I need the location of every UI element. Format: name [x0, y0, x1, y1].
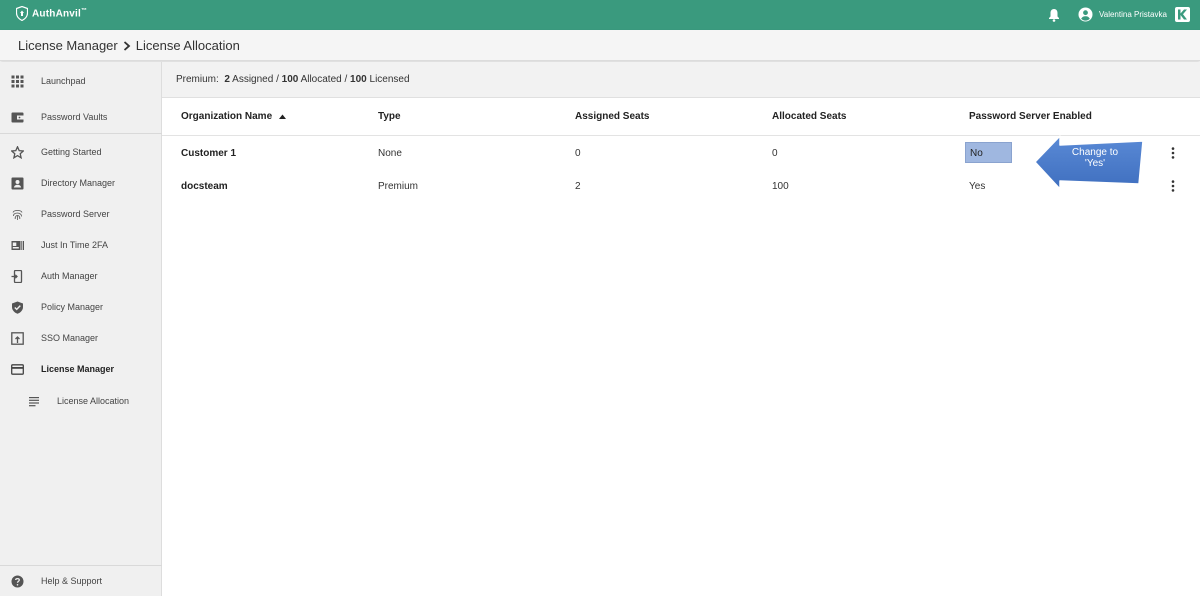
cell-allocated-seats: 0	[772, 148, 778, 159]
fingerprint-icon	[12, 210, 23, 220]
sidebar-item-label: SSO Manager	[41, 333, 99, 343]
sidebar-item-license-allocation[interactable]: License Allocation	[0, 390, 162, 414]
sidebar-item-auth-manager[interactable]: Auth Manager	[0, 265, 162, 289]
id-badge-icon	[11, 241, 24, 250]
sidebar-divider	[0, 565, 162, 566]
user-name[interactable]: Valentina Pristavka	[1099, 10, 1167, 19]
cell-assigned-seats: 0	[575, 148, 581, 159]
sidebar-item-getting-started[interactable]: Getting Started	[0, 141, 162, 165]
window-login-icon	[11, 332, 24, 345]
sidebar-item-directory-manager[interactable]: Directory Manager	[0, 172, 162, 196]
sidebar-item-launchpad[interactable]: Launchpad	[0, 70, 162, 94]
account-circle-icon[interactable]	[1078, 7, 1093, 22]
summary-licensed-count: 100	[350, 74, 367, 85]
credit-card-icon	[11, 364, 24, 375]
contact-card-icon	[11, 177, 24, 190]
sidebar-item-password-server[interactable]: Password Server	[0, 203, 162, 227]
sidebar-item-label: License Allocation	[57, 396, 130, 406]
summary-assigned-count: 2	[224, 74, 230, 85]
sort-ascending-icon	[278, 114, 286, 119]
cell-assigned-seats: 2	[575, 181, 581, 192]
sidebar-item-label: License Manager	[41, 364, 115, 374]
license-summary-text: Premium: 2 Assigned / 100 Allocated / 10…	[176, 74, 410, 85]
summary-allocated-label: Allocated	[300, 74, 342, 85]
summary-separator: /	[276, 74, 279, 85]
sidebar-item-label: Just In Time 2FA	[41, 240, 109, 250]
row-more-options-icon[interactable]	[1171, 147, 1175, 159]
summary-separator: /	[344, 74, 348, 85]
summary-allocated-count: 100	[281, 74, 299, 85]
sidebar-item-label: Password Server	[41, 209, 110, 219]
help-circle-icon	[11, 575, 24, 588]
column-header-organization-name[interactable]: Organization Name	[181, 111, 286, 122]
sidebar-item-password-vaults[interactable]: Password Vaults	[0, 106, 162, 130]
kaseya-k-logo-icon[interactable]	[1175, 7, 1190, 22]
callout-text: Change to 'Yes'	[1060, 147, 1130, 169]
callout-line-1: Change to	[1071, 147, 1119, 158]
sidebar-item-label: Directory Manager	[41, 178, 116, 188]
phone-login-icon	[11, 270, 23, 283]
wallet-icon	[11, 112, 24, 123]
sidebar-item-policy-manager[interactable]: Policy Manager	[0, 296, 162, 320]
cell-allocated-seats: 100	[772, 181, 789, 192]
column-header-password-server-enabled[interactable]: Password Server Enabled	[969, 111, 1092, 122]
summary-assigned-label: Assigned	[232, 74, 274, 85]
column-header-label: Organization Name	[181, 111, 273, 122]
sidebar-item-label: Password Vaults	[41, 112, 108, 122]
chevron-right-icon	[123, 40, 131, 51]
sidebar-item-label: Getting Started	[41, 147, 102, 157]
k-letter-icon	[1178, 9, 1187, 20]
cell-organization-name[interactable]: docsteam	[181, 181, 228, 192]
row-more-options-icon[interactable]	[1171, 180, 1175, 192]
breadcrumb: License Manager License Allocation	[18, 38, 240, 53]
sidebar-item-just-in-time-2fa[interactable]: Just In Time 2FA	[0, 234, 162, 258]
grid-icon	[11, 75, 24, 88]
sidebar-item-label: Auth Manager	[41, 271, 98, 281]
star-icon	[11, 146, 24, 159]
cell-type: None	[378, 148, 402, 159]
summary-tier: Premium:	[176, 74, 219, 85]
sidebar-divider	[0, 133, 162, 134]
summary-licensed-label: Licensed	[369, 74, 410, 85]
license-summary-bar: Premium: 2 Assigned / 100 Allocated / 10…	[162, 62, 1200, 98]
sidebar-item-label: Help & Support	[41, 576, 103, 586]
sidebar-item-license-manager[interactable]: License Manager	[0, 358, 162, 382]
top-bar: AuthAnvil™ Valentina Pristavka	[0, 0, 1200, 30]
sidebar-item-sso-manager[interactable]: SSO Manager	[0, 327, 162, 351]
list-lines-icon	[29, 397, 39, 407]
sidebar-item-label: Launchpad	[41, 76, 86, 86]
brand-name: AuthAnvil™	[32, 7, 88, 20]
sidebar-item-help-support[interactable]: Help & Support	[0, 570, 162, 594]
breadcrumb-parent[interactable]: License Manager	[18, 38, 118, 53]
column-header-type[interactable]: Type	[378, 111, 401, 122]
sidebar-item-label: Policy Manager	[41, 302, 104, 312]
shield-logo-icon	[16, 6, 28, 21]
verified-shield-icon	[12, 301, 23, 314]
column-header-assigned-seats[interactable]: Assigned Seats	[575, 111, 649, 122]
notification-bell-icon[interactable]	[1047, 8, 1061, 22]
page-header: License Manager License Allocation	[0, 30, 1200, 61]
column-header-allocated-seats[interactable]: Allocated Seats	[772, 111, 846, 122]
password-server-enabled-select[interactable]: No	[965, 142, 1012, 163]
brand-logo[interactable]: AuthAnvil™	[16, 6, 87, 21]
sidebar: Launchpad Password Vaults Getting Starte…	[0, 62, 162, 596]
password-server-enabled-value: No	[970, 148, 983, 159]
cell-type: Premium	[378, 181, 419, 192]
callout-line-2: 'Yes'	[1084, 158, 1106, 169]
cell-organization-name[interactable]: Customer 1	[181, 148, 236, 159]
breadcrumb-current: License Allocation	[135, 38, 240, 53]
cell-password-server-enabled: Yes	[969, 181, 986, 192]
